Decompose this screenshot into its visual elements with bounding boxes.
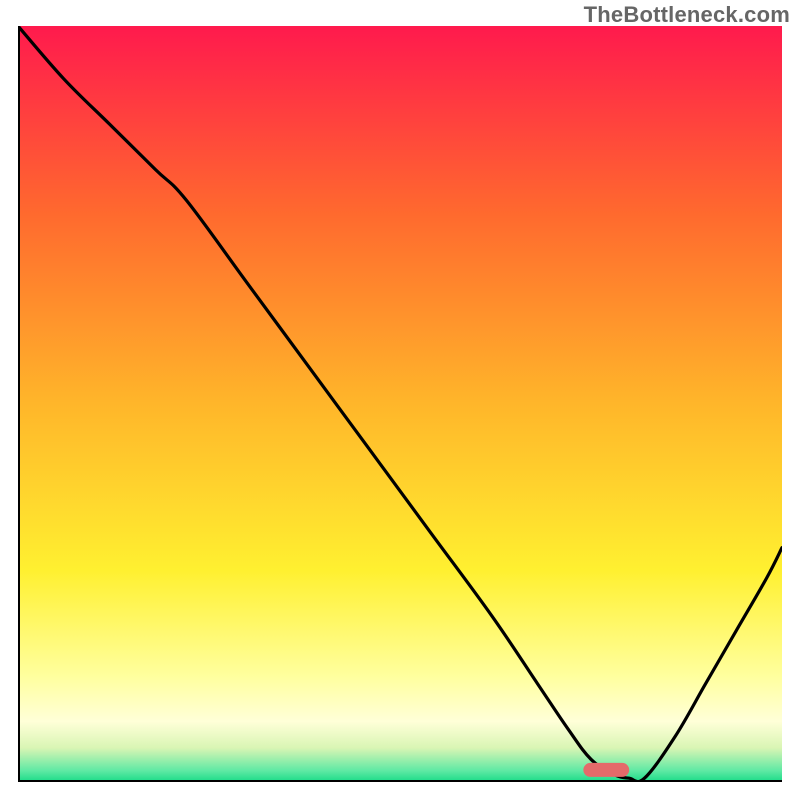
gradient-background: [18, 26, 782, 782]
chart-container: TheBottleneck.com: [0, 0, 800, 800]
optimal-marker: [583, 763, 629, 777]
plot-area: [18, 26, 782, 782]
watermark-text: TheBottleneck.com: [584, 2, 790, 28]
chart-svg: [18, 26, 782, 782]
